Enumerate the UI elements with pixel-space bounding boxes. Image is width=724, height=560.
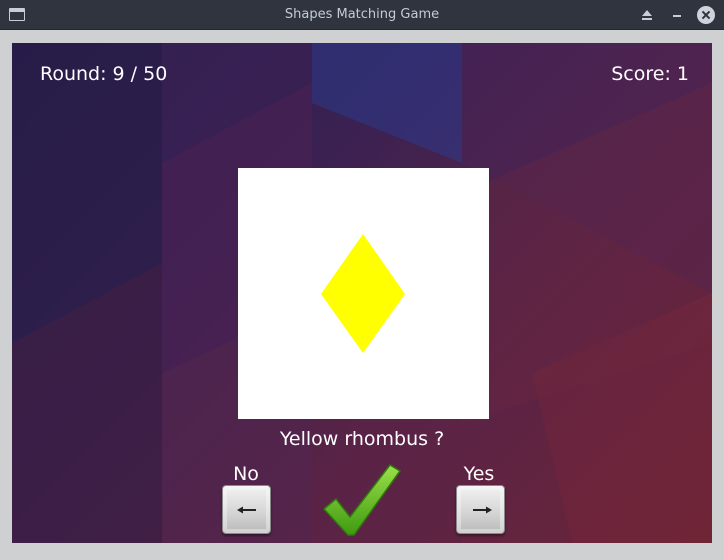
window-title: Shapes Matching Game bbox=[284, 7, 440, 22]
yes-label: Yes bbox=[463, 463, 495, 485]
round-counter: Round: 9 / 50 bbox=[40, 63, 168, 85]
shade-window-button[interactable] bbox=[638, 6, 656, 24]
minimize-window-button[interactable] bbox=[668, 6, 686, 24]
question-text: Yellow rhombus ? bbox=[279, 428, 445, 450]
close-window-button[interactable] bbox=[697, 6, 715, 24]
no-key-button[interactable] bbox=[222, 485, 271, 534]
checkmark-icon bbox=[323, 464, 401, 536]
window-titlebar: Shapes Matching Game bbox=[0, 0, 724, 30]
shape-card bbox=[238, 168, 489, 419]
yes-key-button[interactable] bbox=[456, 485, 505, 534]
window-client-area: Round: 9 / 50 Score: 1 Yellow rhombus ? … bbox=[0, 30, 724, 560]
game-canvas: Round: 9 / 50 Score: 1 Yellow rhombus ? … bbox=[12, 43, 712, 543]
rhombus-shape bbox=[321, 234, 405, 353]
right-arrow-icon bbox=[473, 506, 492, 514]
left-arrow-icon bbox=[237, 506, 256, 514]
no-label: No bbox=[233, 463, 259, 485]
score-counter: Score: 1 bbox=[611, 63, 689, 85]
